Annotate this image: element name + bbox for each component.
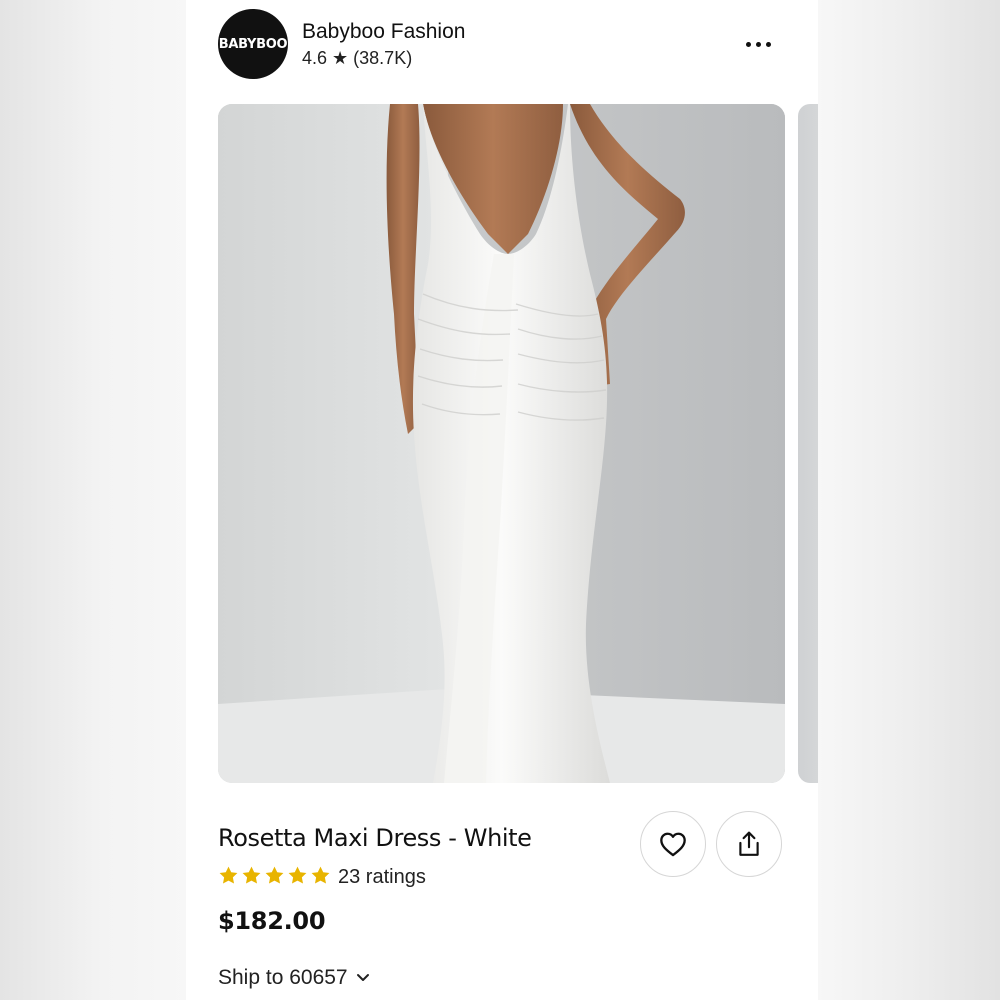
star-rating[interactable] [218,865,331,886]
ship-to-selector[interactable]: Ship to 60657 [218,966,370,990]
next-image-peek[interactable] [798,104,818,783]
share-button[interactable] [716,811,782,877]
product-title: Rosetta Maxi Dress - White [218,824,532,852]
star-icon [265,866,284,884]
favorite-button[interactable] [640,811,706,877]
more-options-icon[interactable] [734,30,782,58]
product-price: $182.00 [218,907,326,935]
shop-rating: 4.6 ★ (38.7K) [302,48,413,68]
product-image[interactable] [218,104,785,783]
listing-screen: BABYBOO Babyboo Fashion 4.6 ★ (38.7K) Ro… [186,0,818,1000]
star-icon [242,866,261,884]
chevron-down-icon [356,974,369,981]
product-image-drawing [218,104,785,783]
ratings-count[interactable]: 23 ratings [338,866,426,889]
heart-icon [660,832,686,857]
ship-to-label: Ship to 60657 [218,966,348,989]
share-icon [739,831,759,856]
star-icon [311,866,330,884]
star-icon [288,866,307,884]
background-left [0,0,186,1000]
shop-name[interactable]: Babyboo Fashion [302,20,465,44]
background-right [818,0,1000,1000]
shop-logo-text: BABYBOO [218,36,288,52]
shop-logo[interactable]: BABYBOO [218,9,288,79]
star-icon [219,866,238,884]
